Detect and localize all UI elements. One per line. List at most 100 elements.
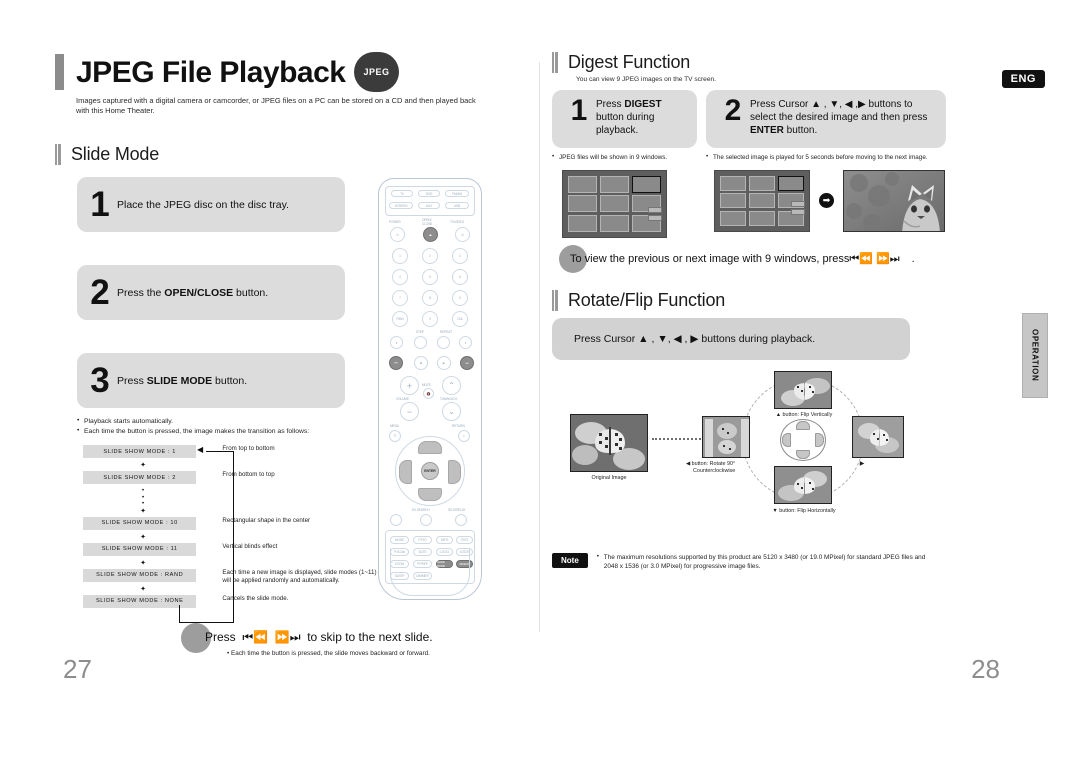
remote-key-3[interactable]: 3	[452, 248, 468, 264]
flip-horizontal-label: ▼ button: Flip Horizontally	[772, 507, 836, 514]
remote-label-menu: MENU	[390, 424, 399, 428]
remote-label-sd-display: SD DISPLAY	[448, 508, 466, 512]
tv-thumbnail	[748, 193, 776, 209]
remote-key-1[interactable]: 1	[392, 248, 408, 264]
remote-key-skip-back[interactable]: ⏮	[389, 356, 403, 370]
section-tab-operation: OPERATION	[1022, 313, 1048, 398]
step-2-text-bold: OPEN/CLOSE	[164, 286, 234, 299]
remote-key-dvd[interactable]: DVD	[418, 190, 440, 197]
flow-arrow-icon: ✦	[140, 559, 146, 567]
tv-screen-selection	[714, 169, 810, 232]
remote-key-menu[interactable]: ☰	[389, 430, 401, 442]
flow-arrow-icon: ✦	[140, 533, 146, 541]
page-number-right: 28	[971, 654, 1000, 684]
remote-key-tv-video[interactable]: ⏼	[455, 227, 470, 242]
step-1-card: 1 Place the JPEG disc on the disc tray.	[77, 177, 345, 232]
arrow-right-icon: ➡	[819, 193, 834, 209]
remote-key-remain[interactable]: RMN	[392, 311, 408, 327]
remote-dpad-up[interactable]	[418, 441, 442, 454]
remote-key-tuning-down[interactable]: ⌄	[442, 402, 461, 421]
remote-key-open-close[interactable]: ⏏	[423, 227, 438, 242]
flow-desc: From bottom to top	[222, 471, 275, 478]
remote-key-6[interactable]: 6	[452, 269, 468, 285]
page-subtitle: Images captured with a digital camera or…	[76, 96, 476, 115]
press-skip-line: Press ⏮⏪ ⏩⏭ to skip to the next slide. •…	[181, 622, 525, 657]
tv-thumbnail-selected	[631, 175, 661, 193]
remote-dpad-right[interactable]	[448, 460, 461, 484]
remote-key-tv[interactable]: TV	[391, 190, 413, 197]
digest-bullet-col-2: The selected image is played for 5 secon…	[706, 153, 946, 238]
mini-dpad-right	[815, 432, 824, 447]
remote-key-skip-forward[interactable]: ⏭	[460, 356, 474, 370]
remote-key-next-small[interactable]: ⏵	[459, 336, 472, 349]
step-1-text: Place the JPEG disc on the disc tray.	[117, 198, 289, 212]
remote-key-ptso[interactable]: PTSO	[413, 536, 432, 544]
remote-key-mode[interactable]: MODE	[390, 536, 409, 544]
remote-key-screen[interactable]: SCREEN	[389, 202, 413, 209]
remote-label-step: STEP	[416, 330, 424, 334]
remote-key-sd-display[interactable]	[455, 514, 467, 526]
digest-step-1-text: Press DIGEST button during playback.	[596, 98, 689, 137]
remote-key-stop[interactable]: ■	[414, 356, 428, 370]
remote-label-tuning: TUNING/CH	[440, 397, 457, 401]
remote-key-info-2[interactable]: INFO	[436, 536, 453, 544]
section-title-digest: Digest Function	[568, 52, 691, 72]
digest-step-2-number: 2	[724, 94, 742, 127]
tv-side-buttons	[648, 206, 662, 223]
flow-desc: Cancels the slide mode.	[222, 594, 289, 602]
remote-key-4[interactable]: 4	[392, 269, 408, 285]
step-3-text-post: button.	[212, 374, 248, 387]
step-2-text-pre: Press the	[117, 286, 165, 299]
section-tab-label: OPERATION	[1030, 329, 1040, 382]
press-suffix: to skip to the next slide.	[307, 629, 433, 644]
butterfly-rotated	[703, 416, 749, 457]
remote-key-step[interactable]	[414, 336, 427, 349]
remote-label-power: POWER	[389, 220, 401, 224]
step-3-card: 3 Press SLIDE MODE button.	[77, 353, 345, 408]
remote-key-8[interactable]: 8	[422, 290, 438, 306]
butterfly-flipped-horizontal	[775, 466, 831, 503]
remote-dpad-left[interactable]	[399, 460, 412, 484]
flow-arrow-icon: ✦	[140, 585, 146, 593]
remote-key-mute[interactable]: 🔇	[423, 388, 434, 399]
remote-key-cancel[interactable]: CNL	[452, 311, 468, 327]
remote-key-usb[interactable]: USB	[445, 202, 469, 209]
remote-key-tuning-up[interactable]: ⌃	[442, 376, 461, 395]
title-accent-bar	[55, 54, 64, 90]
remote-label-mute: MUTE	[422, 383, 431, 387]
remote-key-0[interactable]: 0	[422, 311, 438, 327]
remote-key-2[interactable]: 2	[422, 248, 438, 264]
mini-dpad-up	[796, 420, 810, 430]
digest-tip-text: To view the previous or next image with …	[570, 252, 952, 266]
remote-key-test-tone[interactable]: TEST	[456, 536, 473, 544]
rotate-90-label-line1: ◀ button: Rotate 90°	[686, 460, 736, 467]
remote-dpad-down[interactable]	[418, 488, 442, 501]
loop-bottom-line	[179, 622, 234, 623]
remote-key-repeat[interactable]	[437, 336, 450, 349]
remote-key-aux[interactable]: AUX	[418, 202, 440, 209]
remote-key-play-pause[interactable]: ▶	[437, 356, 451, 370]
remote-key-power[interactable]: ⏻	[390, 227, 405, 242]
remote-key-ex-search[interactable]	[420, 514, 432, 526]
tip-prefix: To view the previous or next image with …	[570, 252, 850, 265]
remote-key-volume-down[interactable]: −	[400, 402, 419, 421]
remote-key-return[interactable]: ↩	[458, 430, 470, 442]
section-digest-function: Digest Function	[552, 52, 952, 73]
remote-key-7[interactable]: 7	[392, 290, 408, 306]
step-1-text-pre: Place the JPEG disc on the disc tray.	[117, 198, 289, 211]
digest-step-2-bold: ENTER	[750, 125, 784, 136]
section-rotate-flip: Rotate/Flip Function	[552, 289, 952, 311]
remote-key-enter[interactable]: ENTER	[421, 462, 439, 480]
loop-arrow-icon: ◀	[197, 445, 204, 454]
rotate-instruction-panel: Press Cursor ▲ , ▼, ◀ , ▶ buttons during…	[552, 317, 910, 360]
remote-key-volume-up[interactable]: +	[400, 376, 419, 395]
remote-key-9[interactable]: 9	[452, 290, 468, 306]
flow-arrow-icon: ✦	[140, 462, 146, 469]
butterfly-flipped-right	[853, 416, 903, 457]
remote-key-5[interactable]: 5	[422, 269, 438, 285]
digest-steps: 1 Press DIGEST button during playback. 2…	[552, 90, 952, 148]
remote-key-info[interactable]	[390, 514, 402, 526]
press-prefix: Press	[205, 629, 236, 644]
remote-key-fm-am[interactable]: FM/AM	[445, 190, 469, 197]
remote-key-prev-small[interactable]: ⏴	[390, 336, 403, 349]
